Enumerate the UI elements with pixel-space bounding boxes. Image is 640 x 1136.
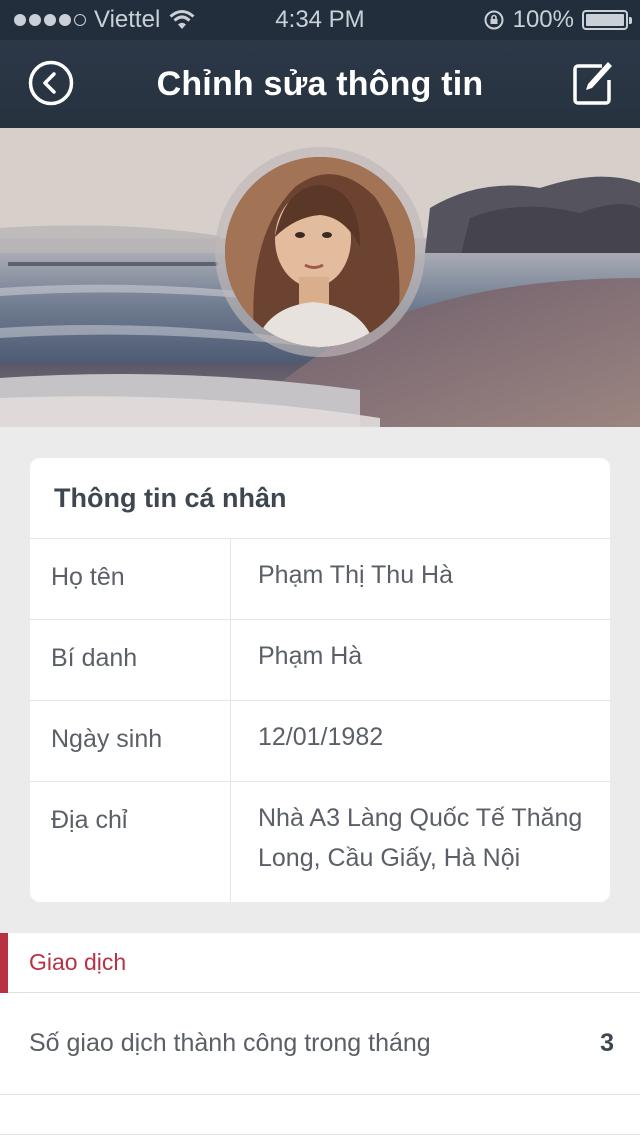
battery-level [586,14,624,26]
info-row-address[interactable]: Địa chỉ Nhà A3 Làng Quốc Tế Thăng Long, … [30,782,610,902]
transaction-stat-row[interactable]: Số giao dịch thành công trong tháng 3 [0,993,640,1095]
back-icon[interactable] [28,60,74,106]
status-time: 4:34 PM [275,6,365,33]
info-value: 12/01/1982 [258,723,384,751]
status-bar: Viettel 4:34 PM 100% [0,0,640,40]
list-item[interactable] [0,1095,640,1135]
battery-percent: 100% [512,6,574,33]
page-title: Chỉnh sửa thông tin [156,64,484,103]
info-label: Bí danh [30,620,231,700]
transactions-section: Giao dịch Số giao dịch thành công trong … [0,933,640,1136]
personal-info-card: Thông tin cá nhân Họ tên Phạm Thị Thu Hà… [30,458,610,902]
avatar-photo [225,157,415,347]
cover-photo [0,128,640,427]
info-label: Ngày sinh [30,701,231,781]
rotation-lock-icon [484,10,504,30]
info-value: Phạm Hà [258,642,363,670]
personal-info-title: Thông tin cá nhân [30,458,610,539]
info-value: Phạm Thị Thu Hà [258,561,454,589]
status-right: 100% [483,0,632,40]
avatar[interactable] [225,157,415,347]
info-row-nickname[interactable]: Bí danh Phạm Hà [30,620,610,701]
stat-value: 3 [600,1029,614,1057]
info-value: Nhà A3 Làng Quốc Tế Thăng Long, Cầu Giấy… [258,804,583,872]
info-label: Địa chỉ [30,782,231,902]
info-row-birthday[interactable]: Ngày sinh 12/01/1982 [30,701,610,782]
nav-bar: Chỉnh sửa thông tin [0,40,640,128]
battery-icon [582,10,632,30]
edit-icon[interactable] [572,58,614,106]
avatar-ring [215,147,425,357]
transactions-header: Giao dịch [0,933,640,993]
stat-label: Số giao dịch thành công trong tháng [29,1029,431,1057]
info-row-full-name[interactable]: Họ tên Phạm Thị Thu Hà [30,539,610,620]
info-label: Họ tên [30,539,231,619]
screen: Viettel 4:34 PM 100% Chỉnh sửa thông tin… [0,0,640,1136]
